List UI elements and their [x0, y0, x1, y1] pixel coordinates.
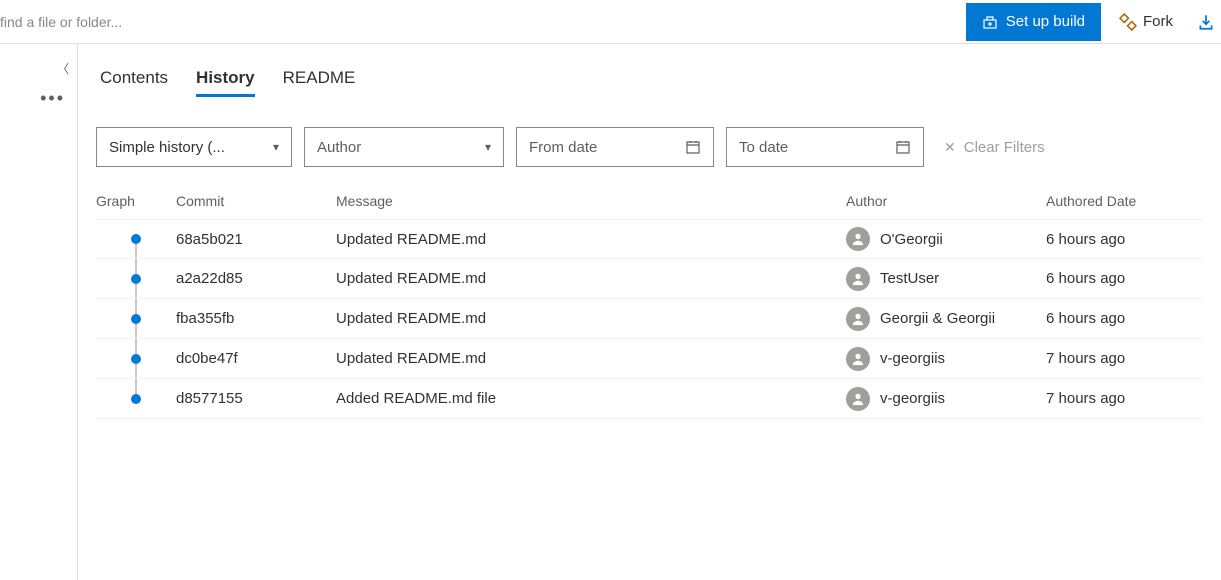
- graph-cell: [96, 259, 176, 298]
- history-mode-select[interactable]: Simple history (... ▾: [96, 127, 292, 167]
- commit-hash[interactable]: fba355fb: [176, 310, 336, 327]
- commit-message[interactable]: Updated README.md: [336, 231, 846, 248]
- clear-filters-button[interactable]: ✕ Clear Filters: [936, 127, 1045, 167]
- commit-date: 6 hours ago: [1046, 310, 1186, 327]
- from-date-input[interactable]: From date: [516, 127, 714, 167]
- commit-date: 6 hours ago: [1046, 231, 1186, 248]
- more-actions-button[interactable]: •••: [40, 88, 65, 109]
- commit-date: 7 hours ago: [1046, 390, 1186, 407]
- commit-author-cell: O'Georgii: [846, 227, 1046, 251]
- chevron-down-icon: ▾: [485, 140, 491, 154]
- calendar-icon: [685, 139, 701, 155]
- fork-label: Fork: [1143, 13, 1173, 30]
- commit-author-cell: TestUser: [846, 267, 1046, 291]
- commit-message[interactable]: Added README.md file: [336, 390, 846, 407]
- filters-row: Simple history (... ▾ Author ▾ From date…: [96, 127, 1203, 167]
- tabs: Contents History README: [96, 68, 1203, 97]
- author-filter-label: Author: [317, 139, 361, 156]
- table-row[interactable]: d8577155Added README.md file v-georgiis 7 …: [96, 379, 1203, 419]
- commit-author[interactable]: O'Georgii: [880, 231, 943, 248]
- commit-author[interactable]: v-georgiis: [880, 350, 945, 367]
- setup-build-label: Set up build: [1006, 13, 1085, 30]
- commit-message[interactable]: Updated README.md: [336, 270, 846, 287]
- commit-hash[interactable]: dc0be47f: [176, 350, 336, 367]
- avatar-icon: [846, 307, 870, 331]
- from-date-label: From date: [529, 139, 597, 156]
- clear-filters-label: Clear Filters: [964, 139, 1045, 156]
- graph-cell: [96, 339, 176, 378]
- graph-dot-icon: [131, 354, 141, 364]
- download-icon: [1197, 13, 1215, 31]
- graph-dot-icon: [131, 314, 141, 324]
- calendar-icon: [895, 139, 911, 155]
- commit-author-cell: Georgii & Georgii: [846, 307, 1046, 331]
- avatar-icon: [846, 267, 870, 291]
- commit-author[interactable]: v-georgiis: [880, 390, 945, 407]
- avatar-icon: [846, 227, 870, 251]
- tab-history[interactable]: History: [196, 68, 255, 97]
- commit-table: Graph Commit Message Author Authored Dat…: [96, 193, 1203, 419]
- table-row[interactable]: a2a22d85Updated README.md TestUser 6 hours…: [96, 259, 1203, 299]
- commit-author-cell: v-georgiis: [846, 387, 1046, 411]
- table-row[interactable]: fba355fbUpdated README.md Georgii & Georg…: [96, 299, 1203, 339]
- commit-date: 6 hours ago: [1046, 270, 1186, 287]
- collapse-chevron-icon[interactable]: 〈: [57, 60, 69, 77]
- table-row[interactable]: dc0be47fUpdated README.md v-georgiis 7 hou…: [96, 339, 1203, 379]
- search-input[interactable]: find a file or folder...: [0, 14, 958, 30]
- commit-message[interactable]: Updated README.md: [336, 310, 846, 327]
- graph-dot-icon: [131, 274, 141, 284]
- commit-hash[interactable]: a2a22d85: [176, 270, 336, 287]
- fork-button[interactable]: Fork: [1109, 3, 1183, 41]
- close-icon: ✕: [944, 139, 956, 156]
- commit-author-cell: v-georgiis: [846, 347, 1046, 371]
- commit-hash[interactable]: d8577155: [176, 390, 336, 407]
- table-header: Graph Commit Message Author Authored Dat…: [96, 193, 1203, 219]
- commit-author[interactable]: TestUser: [880, 270, 939, 287]
- graph-cell: [96, 299, 176, 338]
- avatar-icon: [846, 387, 870, 411]
- left-gutter: 〈 •••: [0, 44, 78, 580]
- top-bar: find a file or folder... Set up build Fo…: [0, 0, 1221, 44]
- commit-message[interactable]: Updated README.md: [336, 350, 846, 367]
- main-panel: Contents History README Simple history (…: [78, 44, 1221, 580]
- to-date-input[interactable]: To date: [726, 127, 924, 167]
- tab-contents[interactable]: Contents: [100, 68, 168, 97]
- col-commit: Commit: [176, 193, 336, 209]
- avatar-icon: [846, 347, 870, 371]
- col-message: Message: [336, 193, 846, 209]
- tab-readme[interactable]: README: [283, 68, 356, 97]
- commit-date: 7 hours ago: [1046, 350, 1186, 367]
- commit-author[interactable]: Georgii & Georgii: [880, 310, 995, 327]
- to-date-label: To date: [739, 139, 788, 156]
- setup-build-button[interactable]: Set up build: [966, 3, 1101, 41]
- fork-icon: [1119, 13, 1137, 31]
- col-author: Author: [846, 193, 1046, 209]
- chevron-down-icon: ▾: [273, 140, 279, 154]
- table-row[interactable]: 68a5b021Updated README.md O'Georgii 6 hour…: [96, 219, 1203, 259]
- clone-button[interactable]: [1191, 3, 1221, 41]
- graph-cell: [96, 220, 176, 258]
- col-date: Authored Date: [1046, 193, 1186, 209]
- graph-dot-icon: [131, 234, 141, 244]
- commit-hash[interactable]: 68a5b021: [176, 231, 336, 248]
- history-mode-label: Simple history (...: [109, 139, 225, 156]
- build-icon: [982, 14, 998, 30]
- graph-dot-icon: [131, 394, 141, 404]
- author-filter-select[interactable]: Author ▾: [304, 127, 504, 167]
- graph-cell: [96, 379, 176, 418]
- col-graph: Graph: [96, 193, 176, 209]
